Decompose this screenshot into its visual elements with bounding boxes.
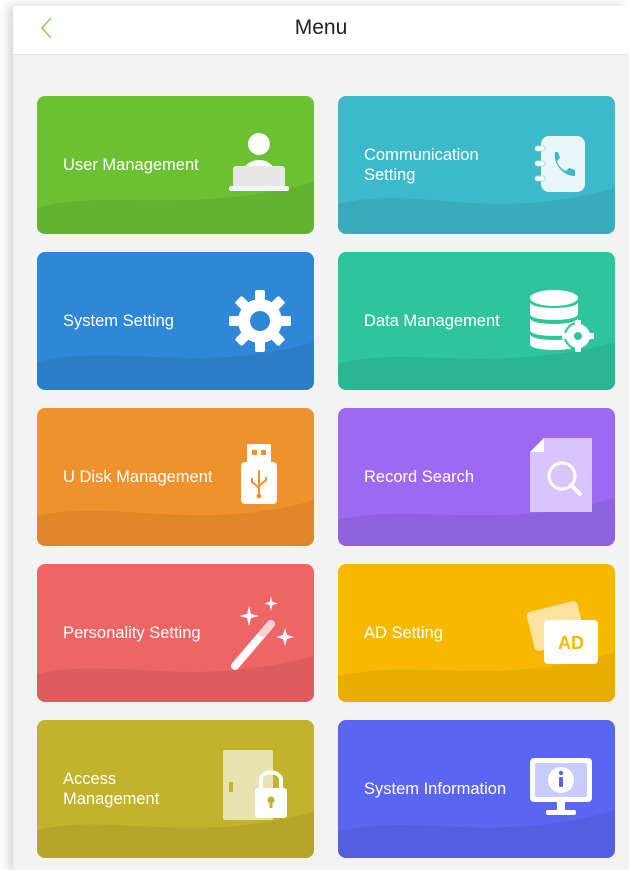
tile-label: Data Management xyxy=(364,312,500,330)
info-monitor-icon xyxy=(528,756,594,818)
system-information-tile[interactable]: System Information xyxy=(338,720,615,858)
personality-setting-tile[interactable]: Personality Setting xyxy=(37,564,314,702)
u-disk-management-tile[interactable]: U Disk Management xyxy=(37,408,314,546)
database-gear-icon xyxy=(528,288,596,354)
app-window: Menu User Management Communication Setti… xyxy=(13,6,629,870)
gear-icon xyxy=(227,288,293,354)
phone-book-icon xyxy=(533,134,589,194)
header-bar: Menu xyxy=(13,6,629,55)
user-management-tile[interactable]: User Management xyxy=(37,96,314,234)
tile-label: AD Setting xyxy=(364,624,443,642)
record-search-tile[interactable]: Record Search xyxy=(338,408,615,546)
tile-label: Communication Setting xyxy=(364,146,479,184)
page-title: Menu xyxy=(294,16,348,39)
magic-wand-icon xyxy=(223,594,297,672)
usb-drive-icon xyxy=(237,442,281,508)
ad-setting-tile[interactable]: AD Setting AD xyxy=(338,564,615,702)
data-management-tile[interactable]: Data Management xyxy=(338,252,615,390)
ad-badge-text: AD xyxy=(558,633,584,653)
access-management-tile[interactable]: Access Management xyxy=(37,720,314,858)
document-search-icon xyxy=(528,436,594,516)
tile-label: Access Management xyxy=(63,770,160,808)
communication-setting-tile[interactable]: Communication Setting xyxy=(338,96,615,234)
system-setting-tile[interactable]: System Setting xyxy=(37,252,314,390)
tile-label: User Management xyxy=(63,156,199,174)
tile-label: Record Search xyxy=(364,468,475,486)
tile-label: U Disk Management xyxy=(63,468,213,486)
door-lock-icon xyxy=(221,748,293,828)
tile-label: System Information xyxy=(364,780,507,798)
tile-label: System Setting xyxy=(63,312,174,330)
user-computer-icon xyxy=(229,130,289,194)
ad-cards-icon: AD xyxy=(524,600,600,666)
tile-label: Personality Setting xyxy=(63,624,201,642)
